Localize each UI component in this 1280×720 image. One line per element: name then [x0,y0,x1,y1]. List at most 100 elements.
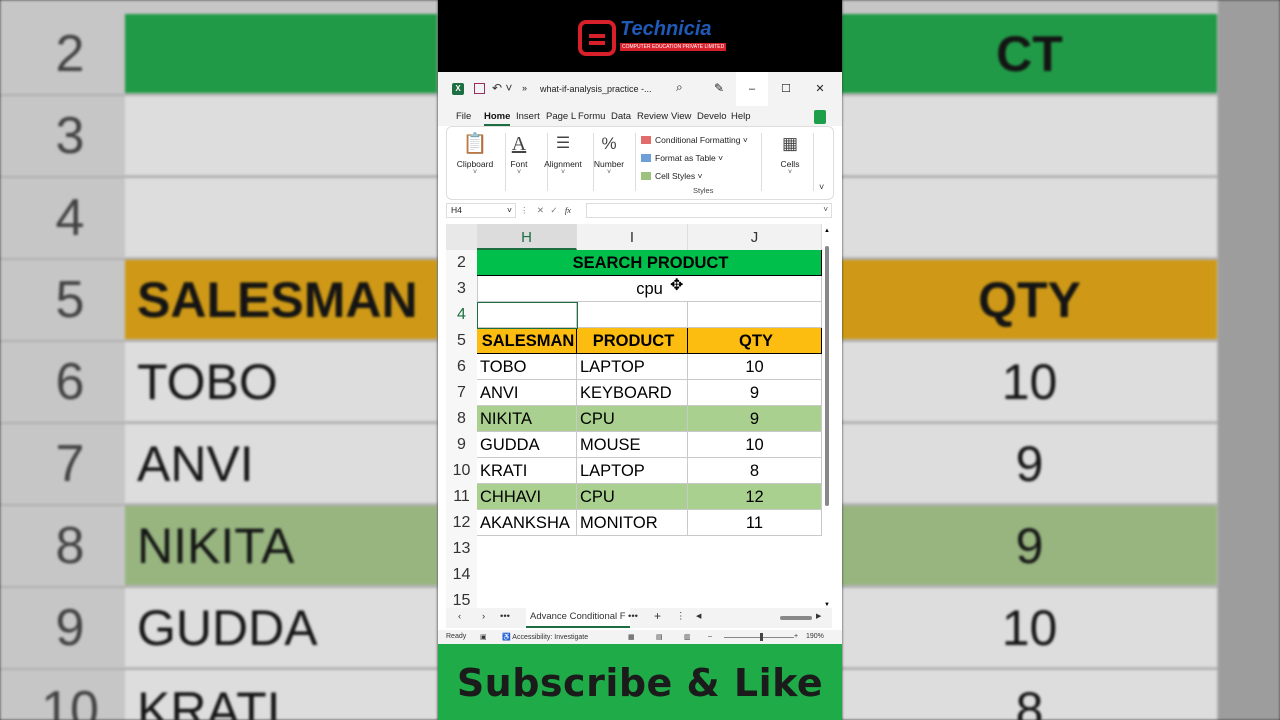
product-cell[interactable]: CPU [577,484,688,510]
qty-cell[interactable]: 12 [688,484,822,510]
product-cell[interactable]: LAPTOP [577,354,688,380]
table-header[interactable]: SALESMAN [477,328,577,354]
cancel-icon[interactable]: ✕ [537,205,544,215]
row-header[interactable]: 8 [446,406,477,432]
tab-insert[interactable]: Insert [516,111,540,122]
row-header[interactable]: 11 [446,484,477,510]
qty-cell[interactable]: 8 [688,458,822,484]
empty-cell[interactable] [688,302,822,328]
search-product-title[interactable]: SEARCH PRODUCT [477,250,822,276]
column-header-i[interactable]: I [577,224,688,250]
active-cell-h4[interactable] [477,302,578,329]
tab-formulas[interactable]: Formu [578,111,605,122]
row-header[interactable]: 9 [446,432,477,458]
row-header[interactable]: 4 [446,302,477,328]
tab-developer[interactable]: Develo [697,111,727,122]
accessibility-status[interactable]: ♿ Accessibility: Investigate [502,633,588,641]
qty-cell[interactable]: 10 [688,432,822,458]
tab-view[interactable]: View [671,111,691,122]
product-cell[interactable]: KEYBOARD [577,380,688,406]
next-sheet-icon[interactable]: › [482,611,485,622]
qty-cell[interactable]: 9 [688,380,822,406]
row-header[interactable]: 7 [446,380,477,406]
zoom-slider[interactable] [724,637,794,638]
format-as-table-button[interactable]: Format as Table ˅ [641,149,759,167]
row-header[interactable]: 12 [446,510,477,536]
sheet-tab-active[interactable]: Advance Conditional F [526,608,630,628]
pen-icon[interactable]: ✎ [714,81,724,95]
row-header[interactable]: 6 [446,354,477,380]
row-header[interactable]: 2 [446,250,477,276]
maximize-button[interactable]: ☐ [770,72,802,106]
tab-review[interactable]: Review [637,111,668,122]
save-icon[interactable] [474,83,485,94]
comments-button[interactable] [814,110,826,124]
scroll-right-icon[interactable]: ▶ [816,612,821,620]
tab-page-layout[interactable]: Page L [546,111,576,122]
zoom-level[interactable]: 190% [806,633,824,640]
cell-styles-button[interactable]: Cell Styles ˅ [641,167,759,185]
normal-view-icon[interactable]: ▦ [628,633,635,641]
qty-cell[interactable]: 11 [688,510,822,536]
product-cell[interactable]: CPU [577,406,688,432]
tab-help[interactable]: Help [731,111,751,122]
salesman-cell[interactable]: CHHAVI [477,484,577,510]
more-sheets-icon[interactable]: ••• [500,611,510,622]
scroll-up-icon[interactable]: ▲ [824,228,830,234]
table-header[interactable]: QTY [688,328,822,354]
product-cell[interactable]: LAPTOP [577,458,688,484]
zoom-out-button[interactable]: – [708,633,712,640]
row-header[interactable]: 5 [446,328,477,354]
name-box[interactable]: H4 ˅ [446,203,516,218]
salesman-cell[interactable]: AKANKSHA [477,510,577,536]
search-icon[interactable]: ⌕ [676,80,683,95]
column-header-h[interactable]: H [477,224,577,250]
product-cell[interactable]: MOUSE [577,432,688,458]
quick-access-more-icon[interactable]: » [522,83,527,93]
scroll-left-icon[interactable]: ◀ [696,612,701,620]
macro-record-icon[interactable]: ▣ [480,633,487,641]
close-button[interactable]: ✕ [804,72,836,106]
column-header-j[interactable]: J [688,224,822,250]
font-group[interactable]: A Font ˅ [495,131,543,176]
tab-data[interactable]: Data [611,111,631,122]
number-group[interactable]: % Number ˅ [585,131,633,176]
enter-icon[interactable]: ✓ [550,205,557,215]
alignment-group[interactable]: ☰ Alignment ˅ [539,131,587,176]
clipboard-group[interactable]: 📋 Clipboard ˅ [451,131,499,176]
page-break-view-icon[interactable]: ▥ [684,633,691,641]
options-icon[interactable]: ⋮ [676,611,686,622]
qty-cell[interactable]: 10 [688,354,822,380]
table-header[interactable]: PRODUCT [577,328,688,354]
horizontal-scrollbar-thumb[interactable] [780,616,812,620]
search-input-cell[interactable]: cpu [477,276,822,302]
tab-file[interactable]: File [456,111,471,122]
salesman-cell[interactable]: TOBO [477,354,577,380]
add-sheet-button[interactable]: + [654,609,661,623]
minimize-button[interactable]: – [736,72,768,106]
zoom-slider-knob[interactable] [760,633,763,641]
prev-sheet-icon[interactable]: ‹ [458,611,461,622]
row-header[interactable]: 15 [446,588,477,610]
salesman-cell[interactable]: KRATI [477,458,577,484]
salesman-cell[interactable]: ANVI [477,380,577,406]
row-header[interactable]: 10 [446,458,477,484]
cells-group[interactable]: ▦ Cells ˅ [769,131,811,176]
sheet-tab-more-icon[interactable]: ••• [628,611,638,622]
tab-home[interactable]: Home [484,111,511,126]
row-header[interactable]: 3 [446,276,477,302]
formula-input[interactable]: ˅ [586,203,832,218]
fx-icon[interactable]: fx [565,205,571,215]
page-layout-view-icon[interactable]: ▤ [656,633,663,641]
salesman-cell[interactable]: GUDDA [477,432,577,458]
scrollbar-thumb[interactable] [825,246,829,506]
worksheet-grid[interactable]: H I J 2 3 4 5 6 7 8 9 10 11 12 13 14 15 SEARCH PRODUCT… [446,224,832,610]
vertical-scrollbar[interactable]: ▲ ▼ [824,228,830,608]
product-cell[interactable]: MONITOR [577,510,688,536]
row-header[interactable]: 13 [446,536,477,562]
zoom-in-button[interactable]: + [794,633,798,640]
salesman-cell[interactable]: NIKITA [477,406,577,432]
qty-cell[interactable]: 9 [688,406,822,432]
select-all-corner[interactable] [446,224,477,250]
chevron-down-icon[interactable]: ˅ [823,205,828,214]
